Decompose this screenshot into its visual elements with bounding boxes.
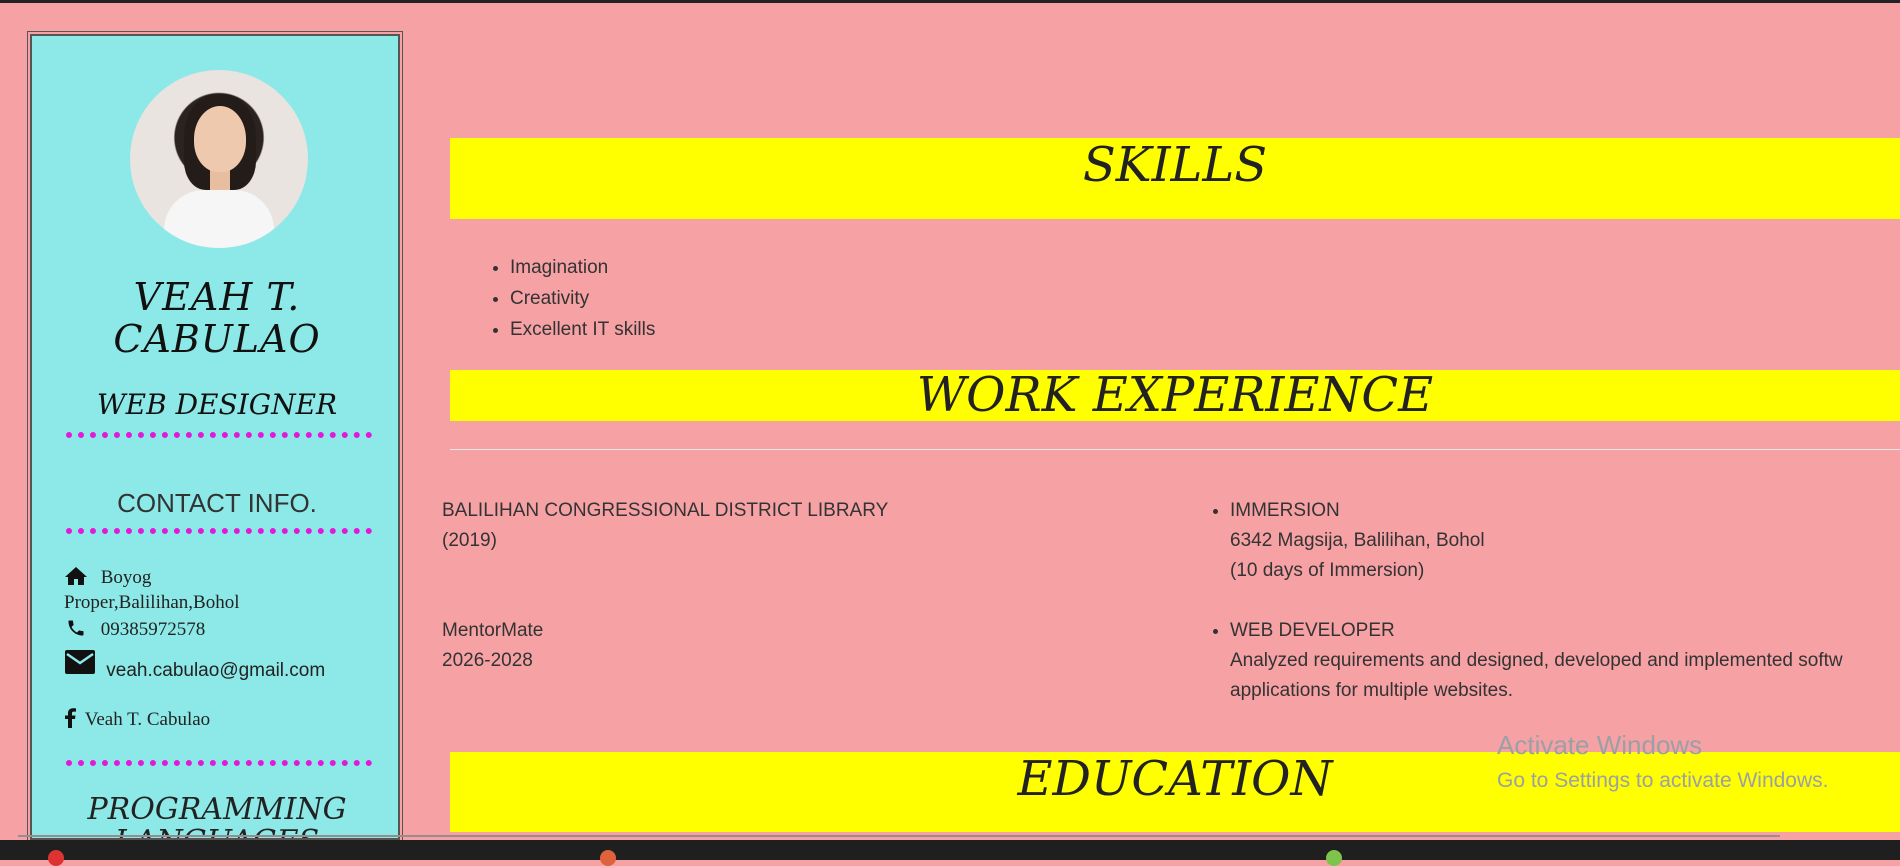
profile-photo bbox=[130, 70, 308, 248]
skills-list: Imagination Creativity Excellent IT skil… bbox=[490, 252, 655, 345]
contact-address: Boyog Proper,Balilihan,Bohol bbox=[64, 566, 240, 614]
activate-windows-title: Activate Windows bbox=[1497, 730, 1703, 760]
dotted-divider bbox=[66, 760, 372, 766]
taskbar-app-icon[interactable] bbox=[48, 850, 64, 866]
role-detail: applications for multiple websites. bbox=[1230, 680, 1514, 701]
window-top-edge bbox=[0, 0, 1900, 3]
work-experience-banner: WORK EXPERIENCE bbox=[450, 370, 1900, 421]
org-name: BALILIHAN CONGRESSIONAL DISTRICT LIBRARY bbox=[442, 500, 889, 521]
programming-title-line1: PROGRAMMING bbox=[87, 792, 347, 827]
facebook-icon bbox=[64, 708, 76, 734]
experience-role-2: WEB DEVELOPER Analyzed requirements and … bbox=[1210, 616, 1843, 706]
contact-phone: 09385972578 bbox=[64, 618, 205, 644]
experience-org-2: MentorMate 2026-2028 bbox=[442, 616, 543, 676]
profile-role: WEB DESIGNER bbox=[96, 388, 338, 421]
section-divider bbox=[450, 449, 1900, 450]
role-detail: 6342 Magsija, Balilihan, Bohol bbox=[1230, 530, 1485, 551]
horizontal-scrollbar[interactable] bbox=[18, 835, 1780, 837]
role-title: WEB DEVELOPER bbox=[1230, 620, 1395, 641]
profile-name-line1: VEAH T. bbox=[133, 275, 301, 319]
list-item: WEB DEVELOPER Analyzed requirements and … bbox=[1230, 616, 1843, 706]
role-detail: (10 days of Immersion) bbox=[1230, 560, 1425, 581]
list-item: IMMERSION 6342 Magsija, Balilihan, Bohol… bbox=[1230, 496, 1485, 586]
home-icon bbox=[64, 566, 88, 592]
phone-icon bbox=[64, 618, 88, 644]
programming-title-line2: LANGUAGES bbox=[32, 826, 398, 839]
taskbar-app-icon[interactable] bbox=[1326, 850, 1342, 866]
dotted-divider bbox=[66, 528, 372, 534]
contact-email[interactable]: veah.cabulao@gmail.com bbox=[64, 648, 325, 682]
dotted-divider bbox=[66, 432, 372, 438]
role-title: IMMERSION bbox=[1230, 500, 1340, 521]
work-experience-title: WORK EXPERIENCE bbox=[916, 367, 1434, 423]
skills-title: SKILLS bbox=[1082, 137, 1268, 193]
sidebar: VEAH T. CABULAO WEB DESIGNER CONTACT INF… bbox=[27, 31, 403, 843]
org-period: (2019) bbox=[442, 530, 497, 551]
experience-role-1: IMMERSION 6342 Magsija, Balilihan, Bohol… bbox=[1210, 496, 1485, 586]
address-line1: Boyog bbox=[100, 567, 152, 589]
contact-facebook[interactable]: Veah T. Cabulao bbox=[64, 708, 210, 734]
list-item: Creativity bbox=[510, 283, 655, 314]
address-line2: Proper,Balilihan,Bohol bbox=[64, 592, 240, 613]
org-name: MentorMate bbox=[442, 620, 544, 641]
profile-name: VEAH T. CABULAO bbox=[32, 275, 398, 361]
list-item: Excellent IT skills bbox=[510, 314, 655, 345]
education-title: EDUCATION bbox=[1017, 751, 1333, 807]
experience-org-1: BALILIHAN CONGRESSIONAL DISTRICT LIBRARY… bbox=[442, 496, 888, 556]
taskbar bbox=[0, 840, 1900, 866]
phone-number: 09385972578 bbox=[100, 619, 206, 641]
list-item: Imagination bbox=[510, 252, 655, 283]
programming-languages-title: PROGRAMMING LANGUAGES bbox=[32, 792, 398, 839]
org-period: 2026-2028 bbox=[442, 650, 533, 671]
facebook-name[interactable]: Veah T. Cabulao bbox=[85, 709, 210, 730]
email-address[interactable]: veah.cabulao@gmail.com bbox=[106, 660, 325, 681]
skills-banner: SKILLS bbox=[450, 138, 1900, 219]
taskbar-app-icon[interactable] bbox=[600, 850, 616, 866]
profile-name-line2: CABULAO bbox=[113, 317, 321, 361]
contact-title: CONTACT INFO. bbox=[117, 488, 317, 518]
role-detail: Analyzed requirements and designed, deve… bbox=[1230, 650, 1843, 671]
activate-windows-subtitle: Go to Settings to activate Windows. bbox=[1497, 769, 1829, 792]
mail-icon bbox=[64, 648, 96, 682]
